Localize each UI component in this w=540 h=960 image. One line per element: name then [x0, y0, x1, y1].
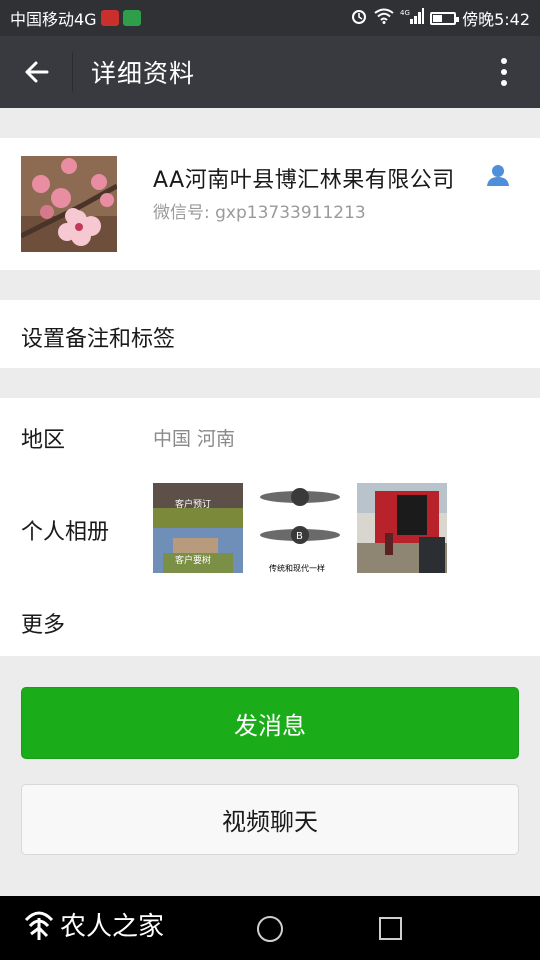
album-photo-caption: 客户要树 [175, 554, 211, 566]
arrow-left-icon [25, 61, 49, 83]
peach-blossom-avatar [19, 156, 119, 252]
clock-label: 傍晚5:42 [462, 10, 530, 29]
album-photo-caption: 客户预订 [175, 498, 211, 510]
status-bar: 中国移动4G 4G 傍晚5:42 [0, 0, 540, 36]
more-label[interactable]: 更多 [21, 607, 65, 639]
album-label: 个人相册 [21, 520, 110, 545]
contact-name: AA河南叶县博汇林果有限公司 [153, 168, 455, 193]
battery-level-fill [433, 14, 442, 22]
notification-app-icon [100, 10, 119, 26]
title-divider [72, 52, 73, 92]
region-label: 地区 [21, 428, 66, 453]
set-remark-label: 设置备注和标签 [21, 327, 176, 352]
album-photo-caption: B [296, 531, 303, 542]
carrier-label: 中国移动4G [10, 10, 97, 29]
info-section: 地区 中国 河南 个人相册 客户预订 客户要树 B 传统和现代一样 更多 [0, 398, 540, 656]
title-bar: 详细资料 [0, 36, 540, 108]
wifi-icon [374, 8, 394, 28]
alarm-icon [350, 7, 368, 29]
farmer-home-logo: 农人之家 [22, 906, 164, 943]
navigation-bar: 农人之家 [0, 896, 540, 960]
battery-icon [430, 11, 460, 25]
album-photo-1[interactable]: 客户预订 客户要树 [153, 483, 243, 573]
album-photo-caption: 传统和现代一样 [269, 563, 325, 573]
cellular-signal-icon: 4G [400, 8, 425, 28]
page-title: 详细资料 [91, 59, 196, 88]
album-photo-3[interactable] [357, 483, 447, 573]
recent-apps-button[interactable] [379, 917, 402, 940]
avatar[interactable] [19, 156, 119, 252]
more-options-button[interactable] [468, 36, 540, 108]
home-button[interactable] [257, 916, 283, 942]
logo-text: 农人之家 [60, 912, 165, 942]
more-vertical-icon [501, 58, 507, 86]
farmer-home-logo-icon [24, 911, 54, 940]
wechat-id: 微信号: gxp13733911213 [153, 203, 366, 223]
region-value: 中国 河南 [153, 428, 236, 450]
profile-card: AA河南叶县博汇林果有限公司 微信号: gxp13733911213 [0, 138, 540, 270]
video-chat-button[interactable]: 视频聊天 [21, 784, 519, 855]
network-type-label: 4G [400, 9, 410, 17]
album-photo-2[interactable]: B 传统和现代一样 [255, 483, 345, 573]
back-button[interactable] [0, 36, 72, 108]
contact-person-icon [486, 164, 510, 190]
send-message-button[interactable]: 发消息 [21, 687, 519, 759]
set-remark-row[interactable]: 设置备注和标签 [0, 300, 540, 368]
farmer-home-app-icon [122, 10, 141, 26]
